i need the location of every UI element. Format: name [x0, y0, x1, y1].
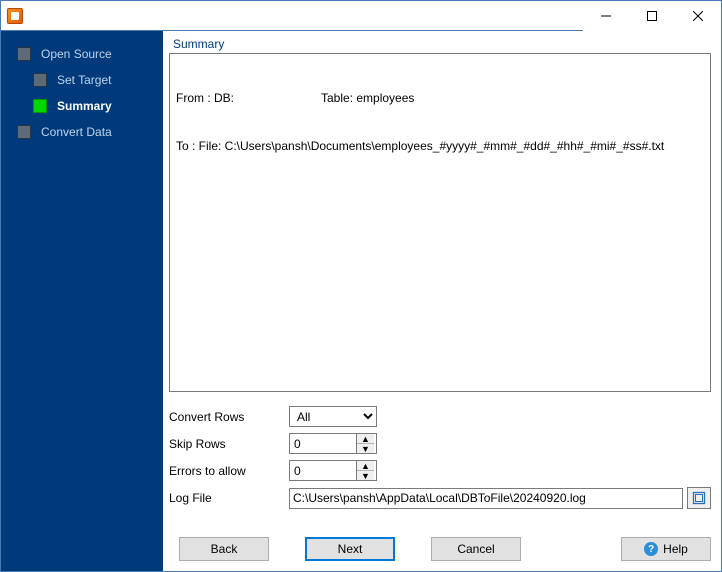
wizard-step-convert-data[interactable]: Convert Data — [1, 119, 163, 145]
spin-down-icon[interactable]: ▼ — [357, 444, 374, 453]
minimize-button[interactable] — [583, 1, 629, 31]
summary-textbox: From : DB: Table: employees To : File: C… — [169, 53, 711, 392]
close-button[interactable] — [675, 1, 721, 31]
step-label: Set Target — [57, 73, 111, 87]
help-button-label: Help — [663, 542, 688, 556]
convert-rows-label: Convert Rows — [169, 410, 289, 424]
cancel-button[interactable]: Cancel — [431, 537, 521, 561]
step-marker-icon — [17, 47, 31, 61]
spin-up-icon[interactable]: ▲ — [357, 461, 374, 471]
step-marker-icon — [33, 73, 47, 87]
main-panel: Summary From : DB: Table: employees To :… — [163, 31, 721, 571]
skip-rows-input[interactable] — [290, 434, 356, 453]
skip-rows-label: Skip Rows — [169, 437, 289, 451]
logfile-input[interactable] — [289, 488, 683, 509]
spin-down-icon[interactable]: ▼ — [357, 471, 374, 480]
errors-input[interactable] — [290, 461, 356, 480]
titlebar — [1, 1, 721, 31]
summary-to-line: To : File: C:\Users\pansh\Documents\empl… — [176, 138, 704, 154]
step-label: Convert Data — [41, 125, 112, 139]
back-button[interactable]: Back — [179, 537, 269, 561]
spin-up-icon[interactable]: ▲ — [357, 434, 374, 444]
wizard-step-summary[interactable]: Summary — [1, 93, 163, 119]
section-title: Summary — [173, 37, 711, 51]
summary-table-label: Table: employees — [321, 90, 414, 106]
help-icon: ? — [644, 542, 658, 556]
wizard-step-set-target[interactable]: Set Target — [1, 67, 163, 93]
step-label: Summary — [57, 99, 112, 113]
step-marker-icon — [17, 125, 31, 139]
errors-spinner[interactable]: ▲ ▼ — [289, 460, 377, 481]
logfile-browse-button[interactable] — [687, 487, 711, 509]
wizard-button-bar: Back Next Cancel ? Help — [169, 537, 711, 561]
help-button[interactable]: ? Help — [621, 537, 711, 561]
step-label: Open Source — [41, 47, 112, 61]
next-button[interactable]: Next — [305, 537, 395, 561]
summary-from-label: From : DB: — [176, 90, 321, 106]
app-icon — [7, 8, 23, 24]
wizard-steps-sidebar: Open Source Set Target Summary Convert Data — [1, 31, 163, 571]
skip-rows-spinner[interactable]: ▲ ▼ — [289, 433, 377, 454]
wizard-step-open-source[interactable]: Open Source — [1, 41, 163, 67]
logfile-label: Log File — [169, 491, 289, 505]
convert-rows-select[interactable]: All — [289, 406, 377, 427]
browse-icon — [692, 491, 706, 505]
step-marker-icon — [33, 99, 47, 113]
errors-label: Errors to allow — [169, 464, 289, 478]
maximize-button[interactable] — [629, 1, 675, 31]
